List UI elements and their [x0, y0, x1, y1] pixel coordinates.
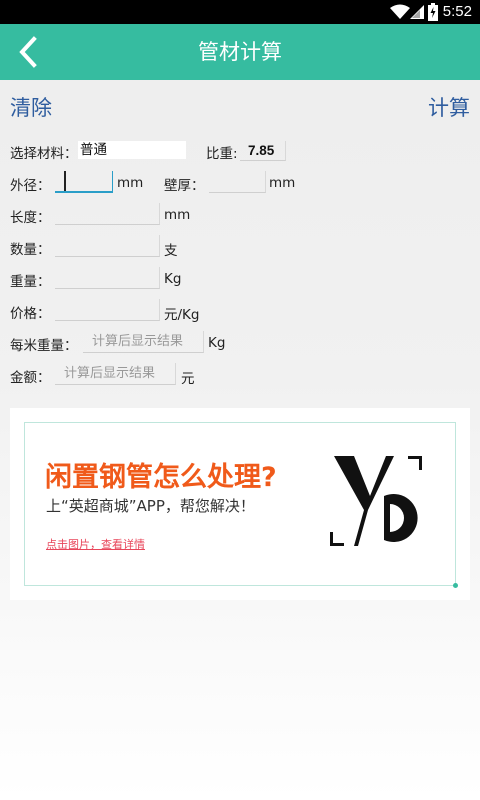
status-bar: 5:52 — [0, 0, 480, 24]
density-label: 比重: — [206, 146, 238, 162]
quantity-input[interactable] — [55, 235, 160, 257]
wall-thickness-unit: mm — [269, 175, 296, 191]
brand-logo-icon — [330, 456, 422, 546]
amount-unit: 元 — [181, 371, 195, 387]
weight-per-meter-unit: Kg — [208, 335, 226, 351]
quantity-label: 数量： — [10, 242, 51, 258]
signal-icon — [410, 5, 424, 19]
material-select[interactable]: 普通 — [78, 141, 186, 159]
outer-diameter-input[interactable] — [55, 171, 113, 193]
ad-corner-dot — [453, 583, 458, 588]
price-input[interactable] — [55, 299, 160, 321]
quantity-unit: 支 — [164, 243, 178, 259]
length-unit: mm — [164, 207, 191, 223]
wifi-icon — [390, 4, 410, 19]
weight-per-meter-output: 计算后显示结果 — [83, 331, 204, 353]
material-label: 选择材料： — [10, 146, 78, 162]
price-unit: 元/Kg — [164, 307, 200, 323]
weight-per-meter-label: 每米重量： — [10, 338, 78, 354]
clear-button[interactable]: 清除 — [10, 92, 52, 122]
wall-thickness-input[interactable] — [209, 171, 266, 193]
app-bar: 管材计算 — [0, 24, 480, 80]
amount-output: 计算后显示结果 — [55, 363, 176, 385]
status-time: 5:52 — [442, 3, 472, 20]
wall-thickness-label: 壁厚： — [164, 178, 205, 194]
price-label: 价格： — [10, 306, 51, 322]
battery-icon — [428, 3, 438, 21]
weight-label: 重量： — [10, 274, 51, 290]
text-caret — [64, 171, 66, 191]
weight-unit: Kg — [164, 271, 182, 287]
length-label: 长度： — [10, 210, 51, 226]
amount-label: 金额： — [10, 370, 51, 386]
calculate-button[interactable]: 计算 — [428, 92, 470, 122]
density-input[interactable]: 7.85 — [240, 141, 286, 161]
ad-headline: 闲置钢管怎么处理? — [45, 462, 277, 493]
ad-subline: 上“英超商城”APP，帮您解决！ — [46, 497, 255, 515]
outer-diameter-label: 外径： — [10, 178, 51, 194]
ad-details-link[interactable]: 点击图片，查看详情 — [46, 536, 145, 552]
outer-diameter-unit: mm — [117, 175, 144, 191]
page-title: 管材计算 — [198, 40, 282, 64]
ad-banner[interactable]: 闲置钢管怎么处理? 上“英超商城”APP，帮您解决！ 点击图片，查看详情 — [10, 408, 470, 600]
weight-input[interactable] — [55, 267, 160, 289]
length-input[interactable] — [55, 203, 160, 225]
